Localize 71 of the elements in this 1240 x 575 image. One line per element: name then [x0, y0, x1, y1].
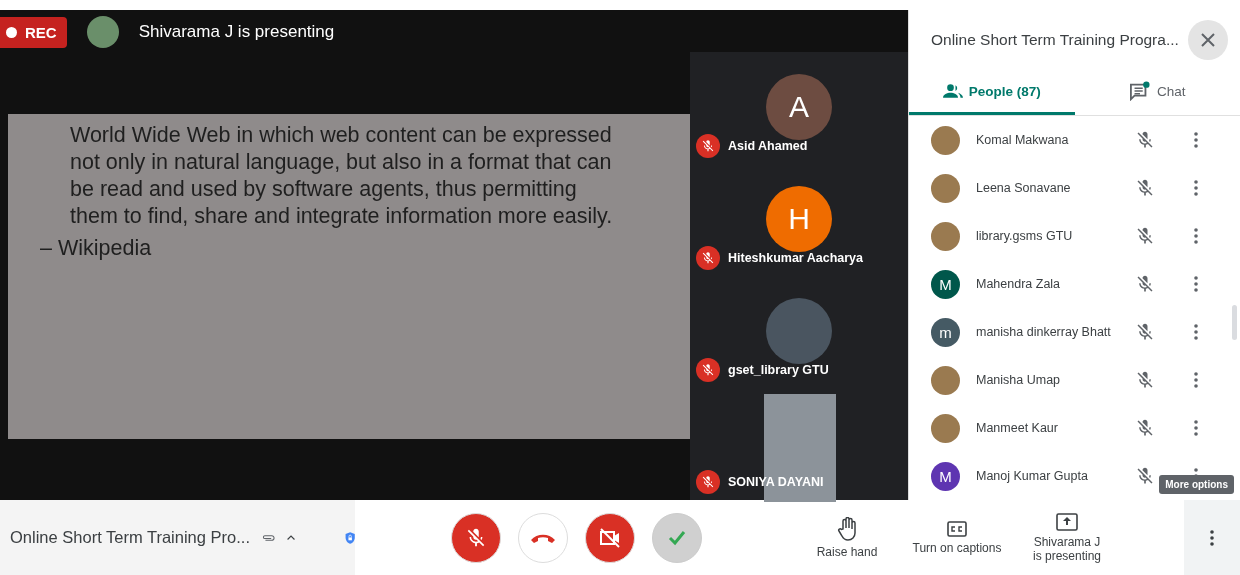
participant-name: Mahendra Zala — [976, 277, 1062, 291]
mic-off-icon — [1135, 322, 1155, 342]
more-options-icon[interactable] — [1194, 132, 1198, 148]
participant-name: library.gsms GTU — [976, 229, 1074, 243]
slide-attribution: – Wikipedia — [40, 236, 152, 261]
more-options-icon[interactable] — [1194, 276, 1198, 292]
meeting-title: Online Short Term Training Pro... — [10, 528, 250, 547]
more-options-icon[interactable] — [1194, 180, 1198, 196]
participant-name: SONIYA DAYANI — [728, 475, 824, 489]
more-options-icon[interactable] — [1194, 228, 1198, 244]
mic-off-icon — [1135, 370, 1155, 390]
participant-name: manisha dinkerray Bhatt — [976, 325, 1112, 339]
more-options-icon[interactable] — [1194, 324, 1198, 340]
captions-icon — [947, 520, 967, 537]
people-icon — [942, 84, 963, 98]
mic-off-icon — [1135, 466, 1155, 486]
more-options-icon[interactable] — [1210, 529, 1214, 546]
action-button[interactable]: Shivarama J is presenting — [1012, 512, 1122, 563]
recording-dot-icon — [6, 26, 17, 38]
mic-off-icon — [1135, 274, 1155, 294]
hand-icon — [837, 516, 857, 541]
panel-title: Online Short Term Training Progra... — [931, 31, 1179, 49]
avatar: M — [931, 269, 960, 299]
participant-name: Asid Ahamed — [728, 139, 808, 153]
avatar — [931, 413, 960, 443]
checkmark-icon — [668, 529, 686, 546]
more-options-icon[interactable] — [1194, 420, 1198, 436]
more-options-icon[interactable] — [1194, 372, 1198, 388]
avatar — [931, 125, 960, 155]
panel-tab[interactable]: Chat — [1074, 70, 1240, 115]
avatar — [931, 221, 960, 251]
participant-name: Leena Sonavane — [976, 181, 1072, 195]
chat-icon — [1129, 81, 1151, 101]
mic-off-icon — [701, 363, 715, 377]
present-screen-icon — [1056, 512, 1078, 531]
mic-off-icon — [701, 251, 715, 265]
microphone-button[interactable] — [451, 512, 501, 563]
mic-off-icon — [701, 139, 715, 153]
participant-name: Komal Makwana — [976, 133, 1070, 147]
participant-name: Manisha Umap — [976, 373, 1062, 387]
mic-off-icon — [1135, 226, 1155, 246]
avatar: H — [766, 186, 832, 252]
presenter-avatar — [86, 16, 119, 48]
participant-name: Manmeet Kaur — [976, 421, 1059, 435]
mic-off-icon — [1135, 130, 1155, 150]
slide-paragraph: World Wide Web in which web content can be expressed not only in natural language, but also in a format that can be read and used by software agents, thus permitting them to find, share and integrate information more easily. — [70, 122, 614, 230]
avatar: M — [931, 461, 960, 491]
participant-name: gset_library GTU — [728, 363, 829, 377]
avatar — [931, 173, 960, 203]
presenter-status-text: Shivarama J is presenting — [138, 22, 335, 42]
check-button[interactable] — [652, 512, 702, 563]
camera-button[interactable] — [585, 512, 635, 563]
leave-call-button[interactable] — [518, 512, 568, 563]
close-button[interactable] — [1188, 20, 1228, 60]
mic-off-icon — [465, 526, 487, 549]
tooltip: More options — [1159, 475, 1234, 494]
mic-off-icon — [1135, 418, 1155, 438]
close-icon — [1201, 33, 1215, 47]
mic-off-icon — [1135, 178, 1155, 198]
action-button[interactable]: Turn on captions — [902, 520, 1012, 555]
recording-label: REC — [25, 23, 57, 41]
avatar — [931, 365, 960, 395]
mic-off-icon — [701, 475, 715, 489]
avatar: A — [766, 74, 832, 140]
panel-tab[interactable]: People (87) — [909, 70, 1075, 115]
participant-name: Hiteshkumar Aacharya — [728, 251, 864, 265]
camera-off-icon — [598, 525, 622, 550]
avatar: m — [931, 317, 960, 347]
participant-name: Manoj Kumar Gupta — [976, 469, 1089, 483]
chevron-up-icon[interactable] — [286, 533, 295, 542]
action-button[interactable]: Raise hand — [792, 516, 902, 559]
